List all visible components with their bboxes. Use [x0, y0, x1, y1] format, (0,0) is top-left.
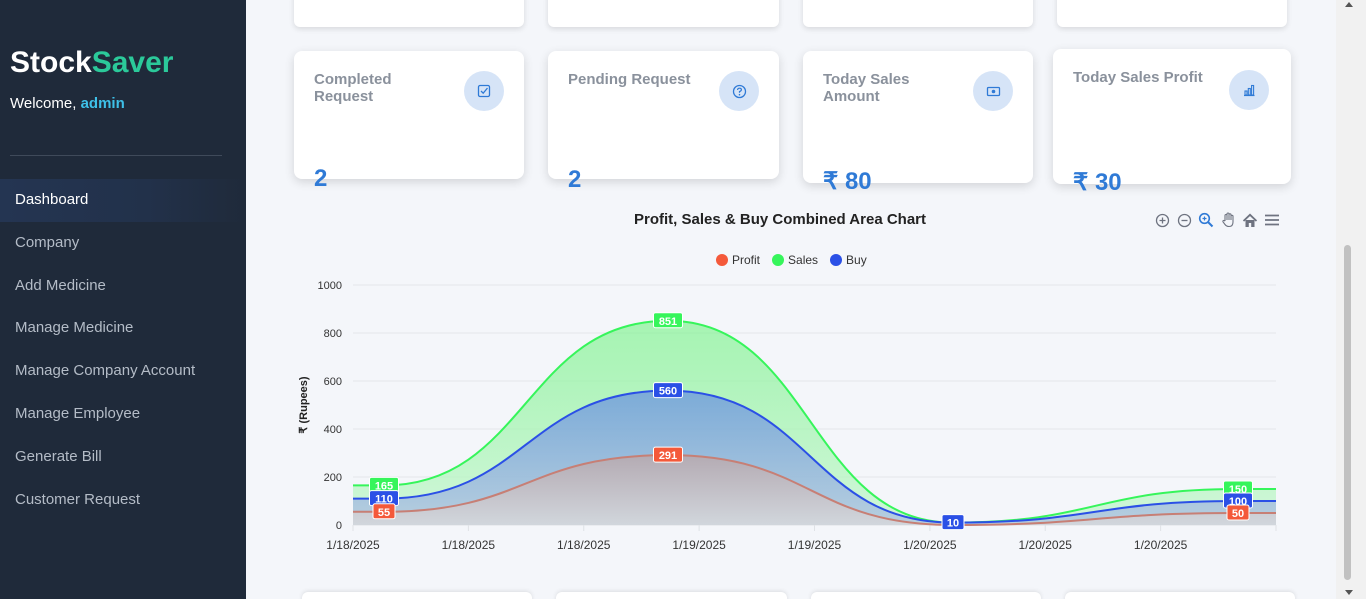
- legend-marker: [772, 254, 785, 266]
- card-title: Today Sales Amount: [823, 71, 910, 105]
- card-value: 2: [568, 166, 582, 193]
- sidebar-item-company[interactable]: Company: [0, 222, 246, 265]
- sidebar-item-add-medicine[interactable]: Add Medicine: [0, 265, 246, 308]
- legend-marker: [830, 254, 843, 266]
- data-label: 55: [378, 507, 390, 519]
- legend-marker: [716, 254, 728, 266]
- card-title: Today Sales Profit: [1073, 69, 1203, 86]
- welcome-text: Welcome, admin: [10, 95, 125, 112]
- y-axis-label: ₹ (Rupees): [298, 376, 310, 433]
- page-scrollbar[interactable]: [1336, 0, 1366, 599]
- x-tick-label: 1/20/2025: [903, 538, 957, 552]
- cash-icon: [973, 71, 1013, 111]
- card-title: Completed Request: [314, 71, 392, 105]
- zoom-selection-icon[interactable]: [1197, 211, 1215, 229]
- sidebar-item-manage-employee[interactable]: Manage Employee: [0, 393, 246, 436]
- legend-item-profit[interactable]: Profit: [716, 253, 760, 267]
- sidebar-item-manage-company-account[interactable]: Manage Company Account: [0, 350, 246, 393]
- x-tick-label: 1/18/2025: [442, 538, 496, 552]
- card-stub: [1065, 592, 1295, 599]
- zoom-out-icon[interactable]: [1175, 211, 1193, 229]
- card-stub: [556, 592, 787, 599]
- legend-label: Buy: [846, 253, 867, 267]
- chart-title: Profit, Sales & Buy Combined Area Chart: [634, 211, 927, 228]
- legend-item-sales[interactable]: Sales: [772, 253, 818, 267]
- check-square-icon: [464, 71, 504, 111]
- question-circle-icon: [719, 71, 759, 111]
- today-sales-profit-card[interactable]: Today Sales Profit ₹ 30: [1053, 49, 1291, 196]
- brand-part-1: Stock: [10, 46, 92, 79]
- today-sales-amount-card[interactable]: Today Sales Amount ₹ 80: [803, 51, 1033, 195]
- x-tick-label: 1/20/2025: [1019, 538, 1073, 552]
- card-stub: [302, 592, 532, 599]
- scroll-up-arrow-icon[interactable]: [1345, 2, 1353, 7]
- y-tick-label: 200: [324, 472, 342, 484]
- zoom-in-icon[interactable]: [1153, 211, 1171, 229]
- sidebar-divider: [10, 155, 222, 156]
- data-label: 560: [659, 386, 677, 398]
- scroll-down-arrow-icon[interactable]: [1345, 590, 1353, 595]
- pan-hand-icon[interactable]: [1219, 211, 1237, 229]
- sidebar-nav: Dashboard Company Add Medicine Manage Me…: [0, 179, 246, 521]
- data-label: 50: [1232, 508, 1244, 520]
- menu-icon[interactable]: [1263, 211, 1281, 229]
- card-stub: [803, 0, 1033, 27]
- y-tick-label: 1000: [318, 280, 342, 292]
- card-stub: [294, 0, 524, 27]
- legend-label: Profit: [732, 253, 761, 267]
- completed-request-card[interactable]: Completed Request 2: [294, 51, 524, 192]
- card-title: Pending Request: [568, 71, 691, 88]
- card-stub: [811, 592, 1041, 599]
- bar-chart-icon: [1229, 70, 1269, 110]
- card-stub: [1057, 0, 1287, 27]
- sidebar-item-manage-medicine[interactable]: Manage Medicine: [0, 307, 246, 350]
- main-content: Completed Request 2 Pending Request 2 To…: [246, 0, 1336, 599]
- x-tick-label: 1/19/2025: [672, 538, 726, 552]
- y-tick-label: 0: [336, 520, 342, 532]
- y-tick-label: 800: [324, 328, 342, 340]
- x-tick-label: 1/19/2025: [788, 538, 842, 552]
- pending-request-card[interactable]: Pending Request 2: [548, 51, 779, 193]
- card-value: 2: [314, 165, 328, 192]
- brand-logo[interactable]: StockSaver: [10, 46, 173, 80]
- username: admin: [80, 95, 125, 112]
- x-tick-label: 1/20/2025: [1134, 538, 1188, 552]
- x-tick-label: 1/18/2025: [557, 538, 611, 552]
- sidebar: StockSaver Welcome, admin Dashboard Comp…: [0, 0, 246, 599]
- card-value: ₹ 80: [823, 168, 872, 195]
- data-label: 10: [947, 518, 959, 530]
- data-label: 851: [659, 316, 677, 328]
- brand-part-2: Saver: [91, 46, 174, 79]
- chart-legend: Profit Sales Buy: [716, 253, 867, 267]
- data-label: 291: [659, 450, 677, 462]
- home-reset-icon[interactable]: [1241, 211, 1259, 229]
- sidebar-item-generate-bill[interactable]: Generate Bill: [0, 436, 246, 479]
- y-tick-label: 600: [324, 376, 342, 388]
- welcome-prefix: Welcome,: [10, 95, 77, 112]
- x-tick-label: 1/18/2025: [326, 538, 380, 552]
- legend-item-buy[interactable]: Buy: [830, 253, 867, 267]
- area-chart: 0 200 400 600 800 1000 ₹ (Rupees) 1/18/2025 1/18…: [298, 280, 1277, 552]
- chart-toolbar: [1153, 210, 1281, 230]
- scroll-thumb[interactable]: [1344, 245, 1351, 580]
- sidebar-item-customer-request[interactable]: Customer Request: [0, 479, 246, 522]
- y-tick-label: 400: [324, 424, 342, 436]
- sidebar-item-dashboard[interactable]: Dashboard: [0, 179, 246, 222]
- card-value: ₹ 30: [1073, 169, 1122, 196]
- card-stub: [548, 0, 779, 27]
- legend-label: Sales: [788, 253, 819, 267]
